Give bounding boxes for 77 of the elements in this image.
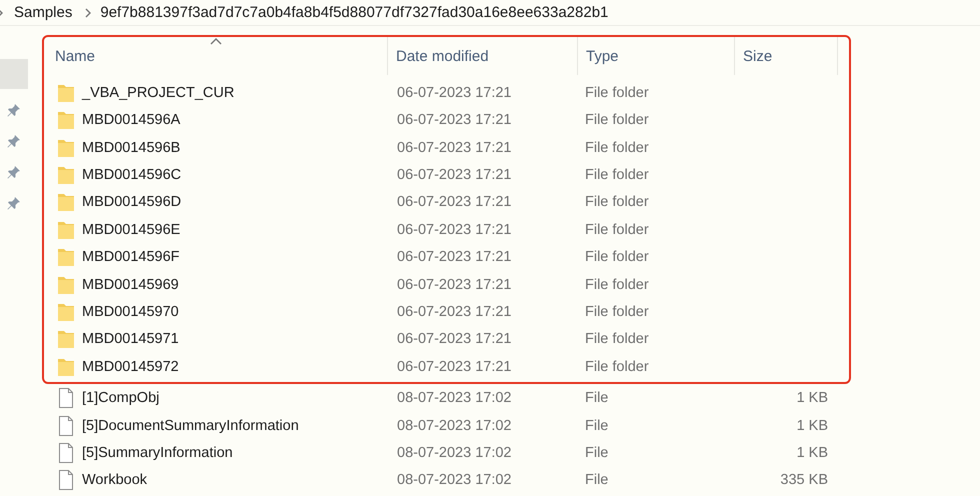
column-header[interactable]: Size [735, 37, 838, 76]
file-type: File folder [584, 84, 650, 101]
file-type: File folder [584, 331, 650, 348]
file-name[interactable]: MBD00145970 [82, 304, 179, 320]
file-name[interactable]: MBD0014596D [82, 194, 182, 210]
file-size: 1 KB [796, 444, 829, 461]
file-name[interactable]: Workbook [82, 472, 148, 488]
file-name[interactable]: MBD00145972 [82, 358, 179, 375]
date-modified: 06-07-2023 17:21 [396, 112, 512, 128]
file-type: File folder [584, 249, 650, 266]
nav-item[interactable] [0, 59, 28, 90]
file-type: File folder [584, 167, 650, 183]
file-icon [57, 470, 75, 490]
date-modified: 08-07-2023 17:02 [396, 418, 512, 434]
file-name[interactable]: MBD0014596C [82, 167, 182, 183]
column-header[interactable]: Type [578, 37, 735, 76]
date-modified: 06-07-2023 17:21 [396, 276, 512, 293]
date-modified: 08-07-2023 17:02 [396, 390, 512, 406]
sort-icon [210, 37, 222, 46]
file-name[interactable]: [5]SummaryInformation [82, 444, 233, 461]
folder-icon [57, 247, 75, 268]
file-type: File [584, 472, 610, 488]
pin-icon [7, 165, 21, 180]
date-modified: 06-07-2023 17:21 [396, 194, 512, 210]
file-type: File [584, 390, 610, 406]
file-size: 335 KB [779, 472, 829, 488]
date-modified: 06-07-2023 17:21 [396, 331, 512, 348]
date-modified: 08-07-2023 17:02 [396, 472, 512, 488]
file-size: 1 KB [796, 418, 829, 434]
chevron-icon [84, 6, 92, 19]
folder-icon [57, 192, 75, 212]
file-size: 1 KB [796, 390, 829, 406]
folder-icon [57, 82, 75, 103]
folder-icon [57, 302, 75, 322]
date-modified: 06-07-2023 17:21 [396, 304, 512, 320]
folder-icon [57, 356, 75, 377]
file-type: File folder [584, 112, 650, 128]
file-type: File folder [584, 276, 650, 293]
column-header[interactable]: Date modified [388, 37, 578, 76]
file-type: File folder [584, 140, 650, 156]
file-name[interactable]: MBD0014596E [82, 222, 180, 238]
breadcrumb-item[interactable]: Samples [14, 4, 72, 22]
file-type: File folder [584, 194, 650, 210]
file-icon [57, 388, 75, 408]
folder-icon [57, 165, 75, 185]
date-modified: 06-07-2023 17:21 [396, 222, 512, 238]
date-modified: 06-07-2023 17:21 [396, 249, 512, 266]
file-type: File [584, 444, 610, 461]
pin-icon [7, 134, 21, 148]
folder-icon [57, 329, 75, 350]
file-name[interactable]: MBD0014596B [82, 140, 180, 156]
breadcrumb-item[interactable]: 9ef7b881397f3ad7d7c7a0b4fa8b4f5d88077df7327fad30a16e8ee633a282b1 [100, 4, 608, 22]
file-type: File folder [584, 358, 650, 375]
folder-icon [57, 110, 75, 130]
date-modified: 06-07-2023 17:21 [396, 167, 512, 183]
folder-icon [57, 274, 75, 295]
pin-icon [7, 196, 21, 210]
date-modified: 06-07-2023 17:21 [396, 84, 512, 101]
folder-icon [57, 138, 75, 158]
date-modified: 06-07-2023 17:21 [396, 358, 512, 375]
file-name[interactable]: MBD00145969 [82, 276, 179, 293]
file-name[interactable]: [5]DocumentSummaryInformation [82, 418, 299, 434]
file-name[interactable]: [1]CompObj [82, 390, 160, 406]
file-name[interactable]: MBD0014596A [82, 112, 180, 128]
file-icon [57, 416, 75, 436]
file-type: File [584, 418, 610, 434]
column-header[interactable]: Name [44, 37, 388, 76]
file-name[interactable]: MBD0014596F [82, 249, 180, 266]
file-type: File folder [584, 304, 650, 320]
folder-icon [57, 220, 75, 240]
date-modified: 06-07-2023 17:21 [396, 140, 512, 156]
file-icon [57, 442, 75, 463]
file-name[interactable]: _VBA_PROJECT_CUR [82, 84, 234, 101]
file-name[interactable]: MBD00145971 [82, 331, 179, 348]
date-modified: 08-07-2023 17:02 [396, 444, 512, 461]
file-type: File folder [584, 222, 650, 238]
pin-icon [7, 103, 21, 118]
